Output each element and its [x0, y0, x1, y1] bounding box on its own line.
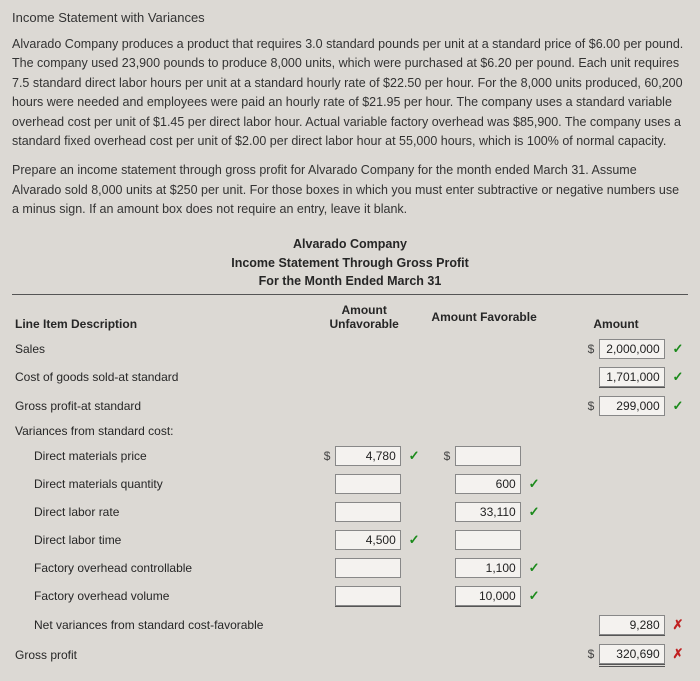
input-dm-qty-unfav[interactable] — [335, 474, 401, 494]
check-icon: ✓ — [527, 504, 541, 520]
label-foh-vol: Factory overhead volume — [12, 582, 304, 611]
problem-paragraph-2: Prepare an income statement through gros… — [12, 161, 688, 219]
input-dm-qty-fav[interactable] — [455, 474, 521, 494]
check-icon: ✓ — [527, 588, 541, 604]
check-icon: ✓ — [407, 532, 421, 548]
label-dm-qty: Direct materials quantity — [12, 470, 304, 498]
input-foh-ctrl-fav[interactable] — [455, 558, 521, 578]
row-net-var: Net variances from standard cost-favorab… — [12, 611, 688, 640]
check-icon: ✓ — [527, 476, 541, 492]
row-foh-ctrl: Factory overhead controllable ✓ — [12, 554, 688, 582]
x-icon: ✗ — [671, 646, 685, 662]
row-dl-rate: Direct labor rate ✓ — [12, 498, 688, 526]
col-unfav: Amount Unfavorable — [304, 299, 424, 335]
header-rule — [12, 294, 688, 295]
row-dm-price: Direct materials price $ ✓ $ — [12, 442, 688, 470]
dollar-sign: $ — [320, 449, 330, 463]
row-gp-std: Gross profit-at standard $ ✓ — [12, 392, 688, 420]
input-dl-rate-fav[interactable] — [455, 502, 521, 522]
dollar-sign: $ — [584, 647, 594, 661]
dollar-sign: $ — [440, 449, 450, 463]
page-title: Income Statement with Variances — [12, 10, 688, 25]
input-dl-time-unfav[interactable] — [335, 530, 401, 550]
x-icon: ✗ — [671, 617, 685, 633]
input-gp-amount[interactable] — [599, 644, 665, 664]
input-gp-std-amount[interactable] — [599, 396, 665, 416]
row-gp: Gross profit $ ✗ — [12, 640, 688, 671]
input-foh-vol-unfav[interactable] — [335, 586, 401, 606]
input-foh-ctrl-unfav[interactable] — [335, 558, 401, 578]
input-foh-vol-fav[interactable] — [455, 586, 521, 606]
row-foh-vol: Factory overhead volume ✓ — [12, 582, 688, 611]
check-icon: ✓ — [407, 448, 421, 464]
problem-paragraph-1: Alvarado Company produces a product that… — [12, 35, 688, 151]
worksheet-table: Line Item Description Amount Unfavorable… — [12, 299, 688, 671]
label-gp: Gross profit — [12, 640, 304, 671]
input-net-var-amount[interactable] — [599, 615, 665, 635]
input-dl-time-fav[interactable] — [455, 530, 521, 550]
row-cogs-std: Cost of goods sold-at standard ✓ — [12, 363, 688, 392]
check-icon: ✓ — [527, 560, 541, 576]
label-dl-time: Direct labor time — [12, 526, 304, 554]
dollar-sign: $ — [584, 342, 594, 356]
label-sales: Sales — [12, 335, 304, 363]
row-dl-time: Direct labor time ✓ — [12, 526, 688, 554]
input-dm-price-fav[interactable] — [455, 446, 521, 466]
dollar-sign: $ — [584, 399, 594, 413]
label-dl-rate: Direct labor rate — [12, 498, 304, 526]
column-header-row: Line Item Description Amount Unfavorable… — [12, 299, 688, 335]
check-icon: ✓ — [671, 369, 685, 385]
header-statement: Income Statement Through Gross Profit — [12, 254, 688, 272]
label-net-var: Net variances from standard cost-favorab… — [12, 611, 304, 640]
check-icon: ✓ — [671, 341, 685, 357]
header-company: Alvarado Company — [12, 235, 688, 253]
label-cogs-std: Cost of goods sold-at standard — [12, 363, 304, 392]
label-dm-price: Direct materials price — [12, 442, 304, 470]
col-amount: Amount — [544, 299, 688, 335]
header-period: For the Month Ended March 31 — [12, 272, 688, 290]
row-sales: Sales $ ✓ — [12, 335, 688, 363]
input-dm-price-unfav[interactable] — [335, 446, 401, 466]
check-icon: ✓ — [671, 398, 685, 414]
input-cogs-std-amount[interactable] — [599, 367, 665, 387]
input-sales-amount[interactable] — [599, 339, 665, 359]
statement-header: Alvarado Company Income Statement Throug… — [12, 229, 688, 291]
label-var-head: Variances from standard cost: — [12, 420, 304, 442]
row-dm-qty: Direct materials quantity ✓ — [12, 470, 688, 498]
col-desc: Line Item Description — [12, 299, 304, 335]
row-var-head: Variances from standard cost: — [12, 420, 688, 442]
label-gp-std: Gross profit-at standard — [12, 392, 304, 420]
col-fav: Amount Favorable — [424, 299, 544, 335]
input-dl-rate-unfav[interactable] — [335, 502, 401, 522]
label-foh-ctrl: Factory overhead controllable — [12, 554, 304, 582]
